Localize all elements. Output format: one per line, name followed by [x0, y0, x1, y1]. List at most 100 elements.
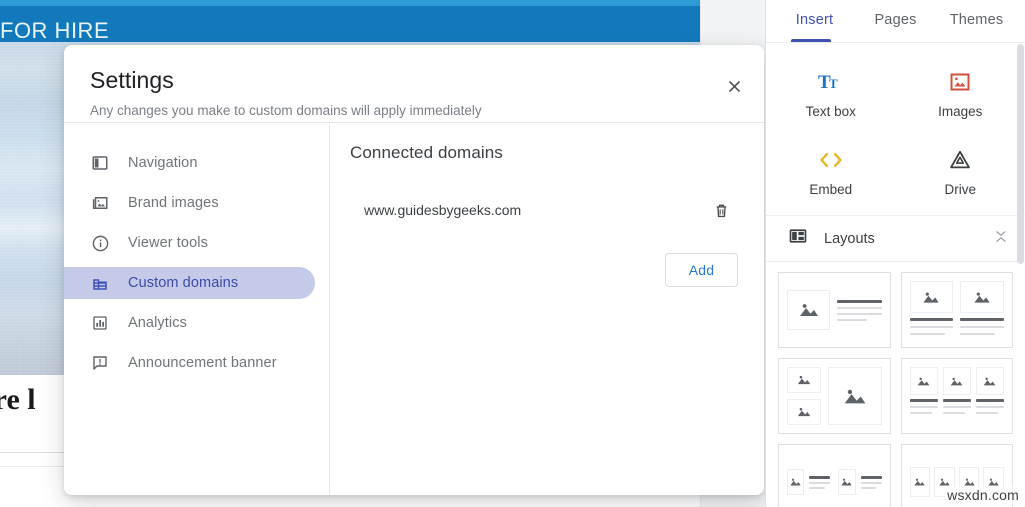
dialog-body: Navigation Brand images Viewer tools Cus…: [64, 123, 764, 495]
thumb-image-placeholder: [909, 467, 931, 497]
thumb-text-line: [909, 326, 954, 328]
thumb-text-line: [975, 399, 1005, 402]
thumb-text-line: [860, 481, 882, 484]
thumb-image-placeholder: [960, 281, 1004, 313]
embed-code-icon: [818, 147, 844, 173]
bar-chart-icon: [90, 313, 110, 333]
domain-row: www.guidesbygeeks.com: [350, 193, 738, 227]
settings-content-pane: Connected domains www.guidesbygeeks.com …: [330, 123, 764, 495]
connected-domains-title: Connected domains: [350, 143, 503, 162]
sidebar-item-label: Viewer tools: [128, 235, 208, 251]
sidebar-item-analytics[interactable]: Analytics: [64, 307, 315, 339]
thumb-image-placeholder: [787, 469, 805, 495]
insert-drive[interactable]: Drive: [896, 137, 1025, 205]
svg-text:T: T: [829, 76, 838, 91]
thumb-image-placeholder: [909, 281, 954, 313]
thumb-text-line: [860, 486, 877, 489]
thumb-text-line: [837, 306, 882, 309]
thumb-image-placeholder: [975, 367, 1005, 395]
thumb-text-line: [809, 475, 831, 479]
thumb-text-line: [975, 412, 999, 414]
dialog-subtitle: Any changes you make to custom domains w…: [90, 103, 482, 118]
thumb-text-line: [837, 299, 882, 303]
layout-thumbnail[interactable]: [900, 358, 1013, 434]
screen: FOR HIRE Hire l Settings Any changes you…: [0, 0, 1025, 507]
layouts-grid: [766, 262, 1025, 507]
dialog-header: Settings Any changes you make to custom …: [64, 45, 764, 123]
add-domain-button[interactable]: Add: [665, 253, 738, 287]
sidebar-item-viewer-tools[interactable]: Viewer tools: [64, 227, 315, 259]
info-circle-icon: [90, 233, 110, 253]
watermark: wsxdn.com: [945, 487, 1021, 503]
tab-themes[interactable]: Themes: [936, 1, 1017, 41]
insert-items-grid: T T Text box Images Embed Drive: [766, 43, 1025, 215]
insert-embed[interactable]: Embed: [766, 137, 896, 205]
thumb-text-line: [909, 406, 938, 408]
sidebar-item-label: Analytics: [128, 315, 187, 331]
sidebar-item-label: Navigation: [128, 155, 198, 171]
layout-thumbnail[interactable]: [900, 272, 1013, 348]
thumb-text-line: [860, 475, 882, 479]
insert-item-label: Images: [938, 104, 983, 119]
sidebar-item-navigation[interactable]: Navigation: [64, 147, 315, 179]
close-icon[interactable]: [718, 70, 750, 102]
thumb-text-line: [909, 412, 933, 414]
tab-pages[interactable]: Pages: [855, 1, 936, 41]
sidebar-item-custom-domains[interactable]: Custom domains: [64, 267, 315, 299]
chevron-collapse-icon[interactable]: [993, 228, 1009, 249]
sidebar-item-label: Custom domains: [128, 275, 239, 291]
panel-tabs: Insert Pages Themes: [766, 0, 1025, 42]
layouts-grid-icon: [788, 226, 808, 251]
navigation-icon: [90, 153, 110, 173]
insert-text-box[interactable]: T T Text box: [766, 59, 896, 127]
layout-thumbnail[interactable]: [778, 358, 891, 434]
site-page-heading: Hire l: [0, 383, 36, 416]
thumb-text-line: [942, 406, 971, 408]
thumb-image-placeholder: [787, 399, 822, 425]
insert-images[interactable]: Images: [896, 59, 1025, 127]
domain-building-icon: [90, 273, 110, 293]
settings-sidebar: Navigation Brand images Viewer tools Cus…: [64, 123, 330, 495]
layouts-label: Layouts: [824, 230, 875, 247]
thumb-text-line: [909, 333, 945, 335]
thumb-text-line: [909, 318, 954, 321]
image-icon: [948, 69, 972, 95]
sidebar-item-announcement-banner[interactable]: Announcement banner: [64, 347, 315, 379]
sidebar-item-label: Announcement banner: [128, 355, 277, 371]
insert-item-label: Drive: [944, 182, 976, 197]
thumb-text-line: [942, 399, 971, 402]
add-domain-row: Add: [350, 253, 738, 287]
thumb-text-line: [809, 486, 825, 489]
insert-panel: Insert Pages Themes T T Text box Images …: [765, 0, 1025, 507]
thumb-text-line: [975, 406, 1005, 408]
thumb-text-line: [960, 326, 1004, 328]
settings-dialog: Settings Any changes you make to custom …: [64, 45, 764, 495]
thumb-image-placeholder: [787, 290, 831, 330]
thumb-image-placeholder: [942, 367, 971, 395]
site-banner-text: FOR HIRE: [0, 18, 110, 43]
google-drive-icon: [948, 147, 972, 173]
insert-item-label: Embed: [809, 182, 853, 197]
thumb-image-placeholder: [828, 367, 882, 425]
panel-scrollbar[interactable]: [1017, 44, 1024, 264]
thumb-text-line: [837, 312, 882, 315]
thumb-image-placeholder: [909, 367, 938, 395]
layout-thumbnail[interactable]: [778, 444, 891, 507]
brand-images-icon: [90, 193, 110, 213]
thumb-text-line: [942, 412, 966, 414]
dialog-title: Settings: [90, 67, 174, 93]
thumb-image-placeholder: [787, 367, 822, 393]
tab-insert[interactable]: Insert: [774, 1, 855, 41]
active-tab-indicator: [791, 39, 831, 42]
layouts-section-header[interactable]: Layouts: [766, 215, 1025, 262]
thumb-text-line: [809, 481, 831, 484]
sidebar-item-brand-images[interactable]: Brand images: [64, 187, 315, 219]
announcement-icon: [90, 353, 110, 373]
thumb-text-line: [837, 318, 868, 321]
layout-thumbnail[interactable]: [778, 272, 891, 348]
thumb-text-line: [909, 399, 938, 402]
trash-icon[interactable]: [704, 193, 738, 227]
thumb-text-line: [960, 318, 1004, 321]
sidebar-item-label: Brand images: [128, 195, 219, 211]
insert-item-label: Text box: [805, 104, 856, 119]
